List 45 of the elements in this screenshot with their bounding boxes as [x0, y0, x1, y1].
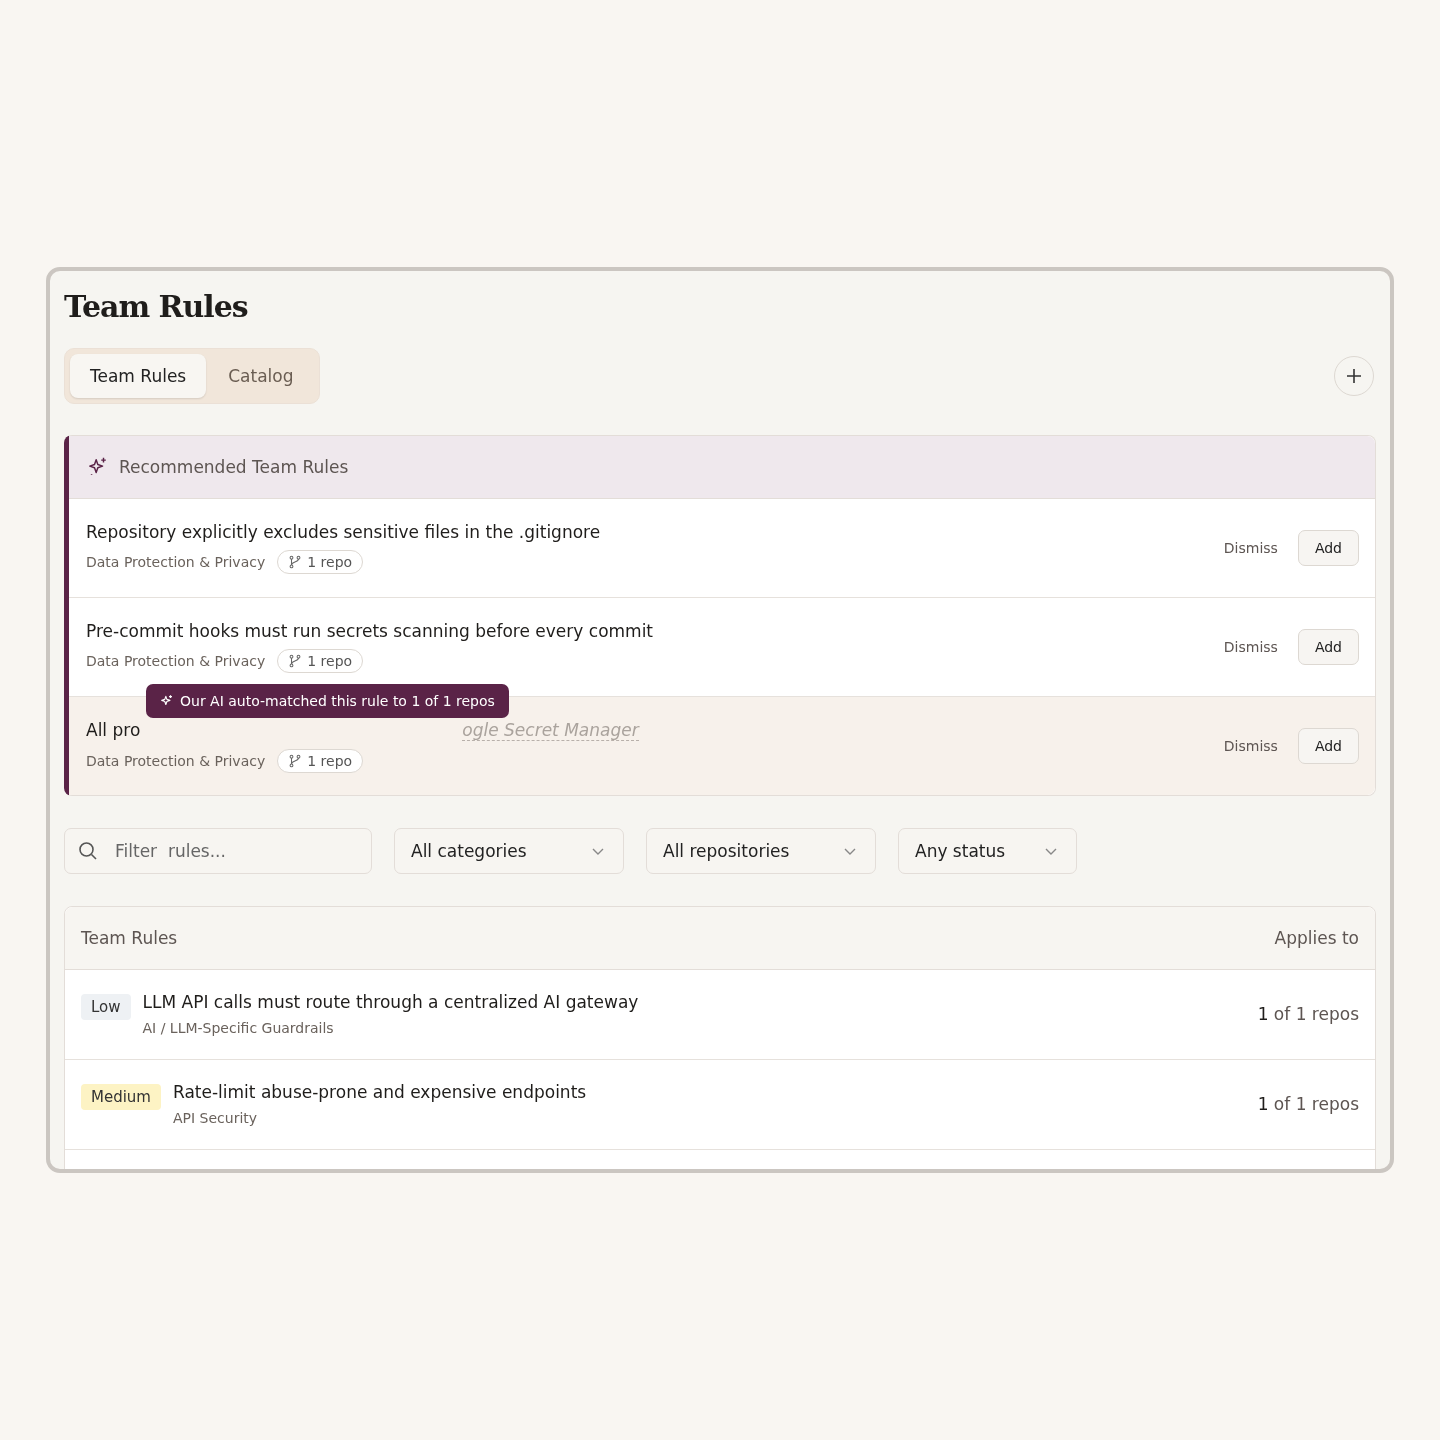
search-icon — [78, 841, 98, 861]
rule-category: Data Protection & Privacy — [86, 554, 266, 570]
applies-to: 1 of 1 repos — [1257, 1004, 1359, 1024]
repo-pill: 1 repo — [277, 649, 364, 673]
rule-title: Repository explicitly excludes sensitive files in the .gitignore — [86, 522, 601, 542]
dismiss-button[interactable]: Dismiss — [1217, 638, 1284, 656]
section-title: Recommended Team Rules — [119, 457, 349, 477]
sparkle-icon — [160, 693, 174, 708]
branch-icon — [288, 654, 303, 668]
tooltip-text: Our AI auto-matched this rule to 1 of 1 repos — [180, 692, 495, 709]
add-rule-button[interactable]: Add — [1297, 728, 1359, 764]
severity-badge: Medium — [81, 1084, 161, 1110]
rule-category: Data Protection & Privacy — [86, 653, 266, 669]
tab[interactable]: Team Rules — [70, 354, 207, 398]
rule-title: Pre-commit hooks must run secrets scanning before every commit — [86, 621, 654, 641]
tab[interactable]: Catalog — [208, 354, 314, 398]
add-rule-button[interactable]: Add — [1297, 629, 1359, 665]
plus-icon — [1346, 368, 1362, 384]
rule-title: LLM API calls must route through a centralized AI gateway — [142, 992, 640, 1012]
branch-icon — [288, 555, 303, 569]
applies-to: 1 of 1 repos — [1257, 1094, 1359, 1114]
rule-category: API Security — [173, 1110, 259, 1126]
search-field[interactable]: Filter rules... — [64, 828, 372, 874]
repo-pill: 1 repo — [277, 550, 364, 574]
dismiss-button[interactable]: Dismiss — [1217, 737, 1284, 755]
rule-title-suggestion: ogle Secret Manager — [462, 719, 639, 741]
sparkle-icon — [87, 456, 109, 478]
filter-dropdown[interactable]: All categories — [394, 828, 624, 874]
filter-dropdown[interactable]: Any status — [898, 828, 1077, 874]
add-button[interactable] — [1334, 356, 1374, 396]
column-header: Applies to — [1274, 928, 1359, 948]
rule-title: Rate-limit abuse-prone and expensive endpoints — [173, 1082, 588, 1102]
severity-badge: Low — [81, 994, 131, 1020]
dismiss-button[interactable]: Dismiss — [1217, 539, 1284, 557]
add-rule-button[interactable]: Add — [1297, 530, 1359, 566]
repo-pill: 1 repo — [277, 748, 364, 773]
rule-title: All pro — [86, 719, 141, 740]
rule-category: AI / LLM-Specific Guardrails — [142, 1020, 335, 1036]
filter-dropdown[interactable]: All repositories — [646, 828, 876, 874]
rule-category: Data Protection & Privacy — [86, 752, 266, 769]
rule-row[interactable]: Low LLM API calls must route through a centralized AI gateway AI / LLM-Specific Guardrails 1 of 1 repos — [65, 970, 1375, 1060]
rule-row[interactable]: Medium Rate-limit abuse-prone and expensive endpoints API Security 1 of 1 repos — [65, 1060, 1375, 1150]
branch-icon — [288, 753, 303, 768]
page-title: Team Rules — [64, 289, 249, 324]
column-header: Team Rules — [81, 928, 178, 948]
